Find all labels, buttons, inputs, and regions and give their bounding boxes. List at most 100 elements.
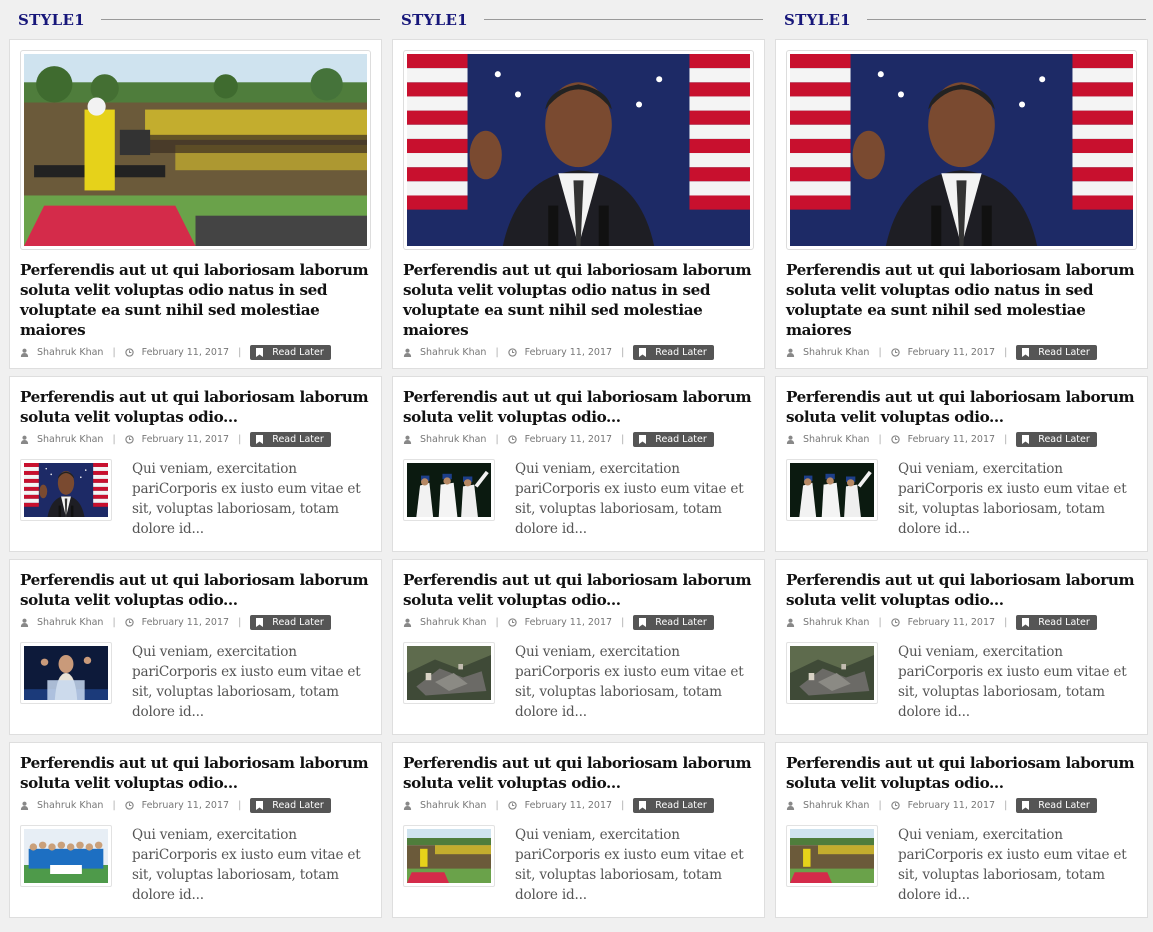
post-title[interactable]: Perferendis aut ut qui laboriosam laboru… (403, 387, 755, 427)
post-excerpt: Qui veniam, exercitation pariCorporis ex… (898, 644, 1127, 720)
featured-image[interactable] (403, 50, 754, 250)
author-name[interactable]: Shahruk Khan (420, 347, 486, 358)
post-meta: Shahruk Khan | February 11, 2017 | Read … (20, 432, 372, 447)
post-body: Qui veniam, exercitation pariCorporis ex… (403, 459, 755, 539)
post-card: Perferendis aut ut qui laboriosam laboru… (9, 376, 382, 552)
post-card: Perferendis aut ut qui laboriosam laboru… (9, 559, 382, 735)
author-name[interactable]: Shahruk Khan (37, 434, 103, 445)
post-date: February 11, 2017 (141, 800, 230, 811)
post-meta: Shahruk Khan | February 11, 2017 | Read … (403, 432, 755, 447)
post-title[interactable]: Perferendis aut ut qui laboriosam laboru… (786, 753, 1138, 793)
featured-post-title[interactable]: Perferendis aut ut qui laboriosam laboru… (20, 260, 372, 340)
meta-separator: | (112, 800, 116, 811)
author-name[interactable]: Shahruk Khan (37, 617, 103, 628)
bookmark-icon (639, 618, 646, 627)
read-later-button[interactable]: Read Later (250, 798, 331, 813)
meta-separator: | (878, 347, 882, 358)
meta-separator: | (495, 434, 499, 445)
post-thumbnail[interactable] (403, 825, 495, 887)
post-thumbnail[interactable] (20, 459, 112, 521)
clock-icon (125, 618, 134, 627)
featured-image[interactable] (20, 50, 371, 250)
read-later-button[interactable]: Read Later (1016, 798, 1097, 813)
featured-post-card: Perferendis aut ut qui laboriosam laboru… (9, 39, 382, 369)
read-later-button[interactable]: Read Later (633, 345, 714, 360)
author-name[interactable]: Shahruk Khan (803, 617, 869, 628)
read-later-button[interactable]: Read Later (250, 432, 331, 447)
read-later-button[interactable]: Read Later (633, 615, 714, 630)
author-name[interactable]: Shahruk Khan (420, 617, 486, 628)
read-later-label: Read Later (655, 800, 707, 811)
post-thumbnail[interactable] (403, 459, 495, 521)
post-body: Qui veniam, exercitation pariCorporis ex… (403, 642, 755, 722)
post-thumbnail[interactable] (786, 459, 878, 521)
clock-icon (508, 348, 517, 357)
post-title[interactable]: Perferendis aut ut qui laboriosam laboru… (20, 753, 372, 793)
post-thumbnail[interactable] (20, 825, 112, 887)
meta-separator: | (1004, 434, 1008, 445)
read-later-label: Read Later (272, 800, 324, 811)
post-excerpt: Qui veniam, exercitation pariCorporis ex… (132, 827, 361, 903)
featured-post-title[interactable]: Perferendis aut ut qui laboriosam laboru… (786, 260, 1138, 340)
read-later-button[interactable]: Read Later (1016, 432, 1097, 447)
user-icon (403, 348, 412, 357)
read-later-button[interactable]: Read Later (250, 345, 331, 360)
post-excerpt: Qui veniam, exercitation pariCorporis ex… (515, 461, 744, 537)
read-later-button[interactable]: Read Later (633, 798, 714, 813)
author-name[interactable]: Shahruk Khan (803, 347, 869, 358)
post-title[interactable]: Perferendis aut ut qui laboriosam laboru… (20, 387, 372, 427)
clock-icon (891, 348, 900, 357)
meta-separator: | (621, 617, 625, 628)
author-name[interactable]: Shahruk Khan (37, 347, 103, 358)
author-name[interactable]: Shahruk Khan (420, 800, 486, 811)
post-thumbnail[interactable] (20, 642, 112, 704)
section-header: STYLE1 (392, 0, 765, 39)
post-title[interactable]: Perferendis aut ut qui laboriosam laboru… (403, 570, 755, 610)
clock-icon (508, 435, 517, 444)
post-meta: Shahruk Khan | February 11, 2017 | Read … (403, 345, 755, 360)
author-name[interactable]: Shahruk Khan (420, 434, 486, 445)
thumbnail-photo (24, 646, 108, 700)
post-title[interactable]: Perferendis aut ut qui laboriosam laboru… (786, 570, 1138, 610)
post-date: February 11, 2017 (524, 800, 613, 811)
meta-separator: | (238, 434, 242, 445)
post-card: Perferendis aut ut qui laboriosam laboru… (775, 376, 1148, 552)
bookmark-icon (256, 618, 263, 627)
post-date: February 11, 2017 (141, 617, 230, 628)
meta-separator: | (112, 347, 116, 358)
author-name[interactable]: Shahruk Khan (37, 800, 103, 811)
featured-image[interactable] (786, 50, 1137, 250)
section-title: STYLE1 (401, 10, 468, 29)
thumbnail-photo (790, 463, 874, 517)
featured-photo (24, 54, 367, 246)
user-icon (403, 435, 412, 444)
section-divider (866, 19, 1146, 20)
post-body: Qui veniam, exercitation pariCorporis ex… (20, 825, 372, 905)
post-thumbnail[interactable] (403, 642, 495, 704)
post-date: February 11, 2017 (907, 800, 996, 811)
post-meta: Shahruk Khan | February 11, 2017 | Read … (786, 615, 1138, 630)
bookmark-icon (639, 348, 646, 357)
author-name[interactable]: Shahruk Khan (803, 800, 869, 811)
post-excerpt: Qui veniam, exercitation pariCorporis ex… (898, 461, 1127, 537)
post-title[interactable]: Perferendis aut ut qui laboriosam laboru… (403, 753, 755, 793)
read-later-label: Read Later (272, 434, 324, 445)
user-icon (786, 618, 795, 627)
section-header: STYLE1 (9, 0, 382, 39)
bookmark-icon (1022, 348, 1029, 357)
post-title[interactable]: Perferendis aut ut qui laboriosam laboru… (20, 570, 372, 610)
read-later-button[interactable]: Read Later (633, 432, 714, 447)
read-later-button[interactable]: Read Later (250, 615, 331, 630)
read-later-button[interactable]: Read Later (1016, 615, 1097, 630)
read-later-button[interactable]: Read Later (1016, 345, 1097, 360)
bookmark-icon (639, 435, 646, 444)
post-thumbnail[interactable] (786, 825, 878, 887)
clock-icon (125, 348, 134, 357)
post-card: Perferendis aut ut qui laboriosam laboru… (775, 559, 1148, 735)
post-thumbnail[interactable] (786, 642, 878, 704)
post-title[interactable]: Perferendis aut ut qui laboriosam laboru… (786, 387, 1138, 427)
featured-photo (407, 54, 750, 246)
author-name[interactable]: Shahruk Khan (803, 434, 869, 445)
featured-post-title[interactable]: Perferendis aut ut qui laboriosam laboru… (403, 260, 755, 340)
user-icon (403, 618, 412, 627)
